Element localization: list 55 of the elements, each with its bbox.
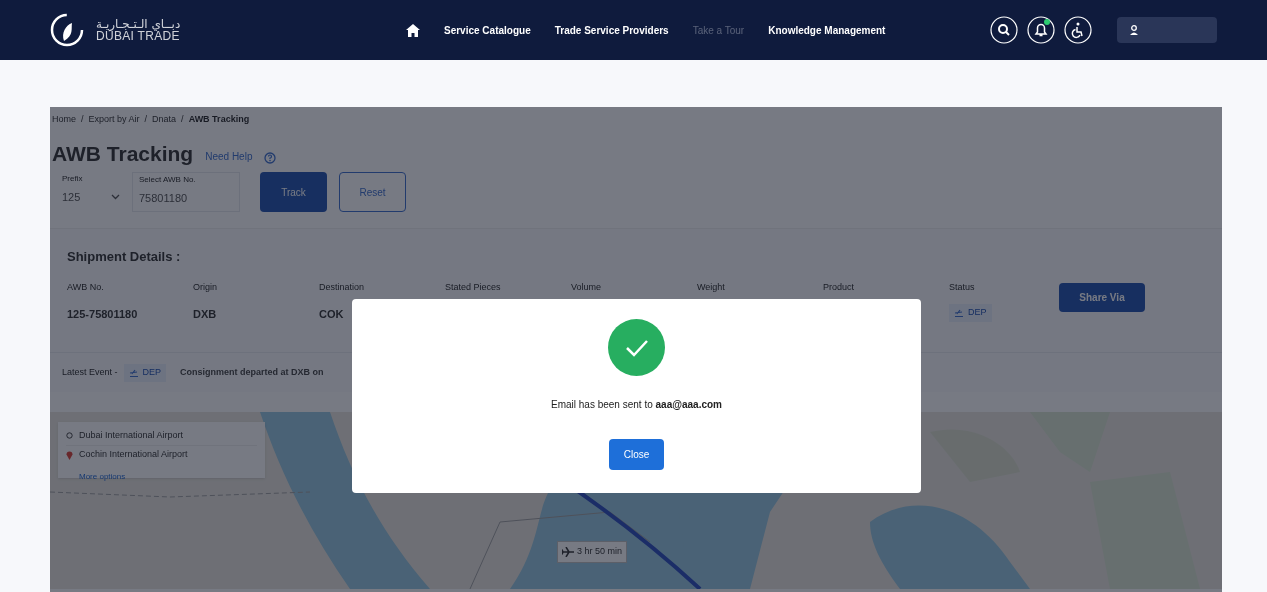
logo-icon — [50, 13, 84, 47]
search-icon[interactable] — [990, 16, 1018, 44]
latest-event-label: Latest Event - — [62, 365, 118, 379]
destination-text: Cochin International Airport — [79, 448, 188, 461]
column-label: Product — [823, 280, 856, 294]
column-label: Weight — [697, 280, 726, 294]
logo-text: DUBAI TRADE — [96, 30, 181, 42]
column-value: DXB — [193, 307, 218, 322]
breadcrumb-link[interactable]: Dnata — [152, 113, 177, 125]
column-label: Volume — [571, 280, 603, 294]
column-label: AWB No. — [67, 280, 105, 294]
need-help-link[interactable]: Need Help — [205, 149, 253, 164]
column-label: Stated Pieces — [445, 280, 502, 294]
breadcrumb-link[interactable]: AWB Tracking — [188, 113, 250, 125]
chevron-down-icon — [111, 194, 120, 201]
pin-icon — [66, 449, 73, 460]
awb-number-field[interactable]: Select AWB No. 75801180 — [132, 172, 240, 212]
circle-marker-icon — [66, 432, 73, 439]
more-options-link[interactable]: More options — [79, 471, 126, 482]
duration-label: 3 hr 50 min — [557, 541, 628, 563]
column-label: Status — [949, 280, 976, 294]
departure-icon — [128, 368, 139, 377]
confirmation-message: Email has been sent to aaa@aaa.com — [551, 398, 722, 412]
prefix-dropdown[interactable]: Prefix 125 — [52, 172, 132, 212]
user-icon — [1129, 24, 1139, 36]
departure-icon — [954, 309, 964, 317]
column-value: COK — [319, 307, 345, 322]
column-label: Origin — [193, 280, 218, 294]
accessibility-icon[interactable] — [1064, 16, 1092, 44]
breadcrumb-link[interactable]: Export by Air — [88, 113, 140, 125]
breadcrumb-separator: / — [81, 113, 84, 125]
success-check-icon — [608, 319, 665, 376]
breadcrumb-separator: / — [181, 113, 184, 125]
status-badge: DEP — [123, 363, 167, 382]
section-heading: Shipment Details : — [67, 248, 182, 266]
breadcrumb-link[interactable]: Home — [52, 113, 76, 125]
home-icon[interactable] — [406, 23, 420, 37]
share-via-button[interactable]: Share Via — [1059, 282, 1145, 312]
notification-bell-icon[interactable] — [1027, 16, 1055, 44]
logo-arabic-text: دبــاي الـتـجـاريـة — [96, 18, 181, 30]
column-label: Destination — [319, 280, 366, 294]
nav-link[interactable]: Trade Service Providers — [554, 22, 669, 38]
form-button[interactable]: Track — [260, 172, 327, 212]
latest-event-text: Consignment departed at DXB on — [180, 365, 324, 379]
form-button[interactable]: Reset — [339, 172, 406, 212]
breadcrumb-separator: / — [144, 113, 148, 125]
column-value: 125-75801180 — [67, 307, 139, 322]
origin-text: Dubai International Airport — [79, 428, 184, 442]
airplane-icon — [562, 547, 574, 557]
status-badge: DEP — [949, 304, 992, 322]
nav-link[interactable]: Knowledge Management — [768, 22, 886, 38]
nav-link[interactable]: Service Catalogue — [444, 22, 531, 38]
page-title: AWB Tracking — [52, 143, 194, 164]
help-icon[interactable] — [264, 152, 277, 164]
close-button[interactable]: Close — [609, 439, 664, 470]
